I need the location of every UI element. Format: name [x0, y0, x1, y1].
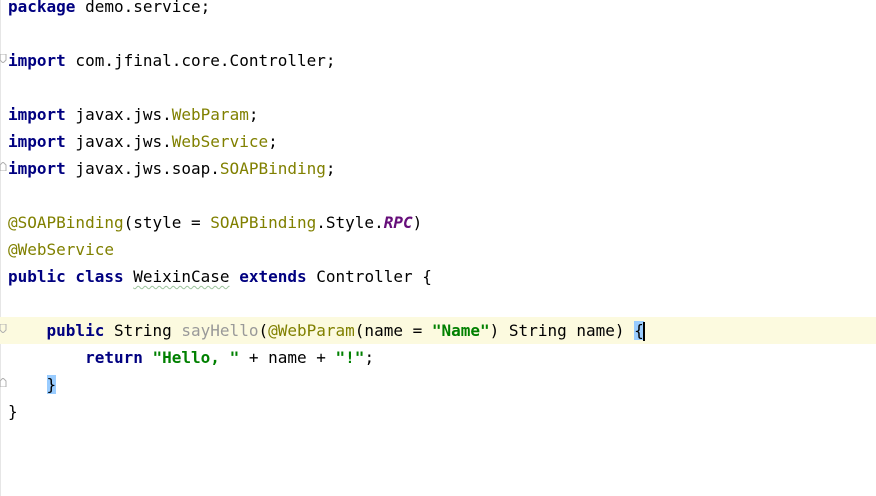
code-line-blank3[interactable]: [8, 182, 876, 209]
fold-marker-icon[interactable]: [0, 54, 7, 63]
code-line-package[interactable]: package demo.service;: [8, 0, 876, 20]
code-token: extends: [239, 267, 307, 286]
code-line-blank4[interactable]: [8, 290, 876, 317]
fold-marker-icon[interactable]: [0, 324, 7, 333]
code-token: String: [104, 321, 182, 340]
code-token: (name =: [354, 321, 432, 340]
code-token: SOAPBinding: [219, 159, 326, 178]
code-token: SOAPBinding: [210, 213, 317, 232]
code-token: import: [8, 51, 66, 70]
code-line-return-statement[interactable]: return "Hello, " + name + "!";: [8, 344, 876, 371]
code-token: demo.service;: [75, 0, 211, 16]
code-line-annotation-webservice[interactable]: @WebService: [8, 236, 876, 263]
code-token: .Style.: [316, 213, 384, 232]
code-token: "Hello, ": [152, 348, 240, 367]
fold-marker-icon[interactable]: [0, 378, 7, 387]
code-line-annotation-soapbinding[interactable]: @SOAPBinding(style = SOAPBinding.Style.R…: [8, 209, 876, 236]
code-token: @WebParam: [268, 321, 355, 340]
code-token: WeixinCase: [133, 267, 230, 286]
code-line-import-webparam[interactable]: import javax.jws.WebParam;: [8, 101, 876, 128]
code-token: import: [8, 132, 66, 151]
code-token: ;: [268, 132, 278, 151]
code-token: + name +: [239, 348, 336, 367]
code-token: return: [85, 348, 143, 367]
code-token: }: [46, 375, 57, 394]
code-token: ;: [325, 159, 336, 178]
code-token: (style =: [123, 213, 211, 232]
code-line-class-close[interactable]: }: [8, 398, 876, 425]
code-line-method-declaration[interactable]: public String sayHello(@WebParam(name = …: [0, 317, 876, 344]
code-line-blank2[interactable]: [8, 74, 876, 101]
code-token: WebParam: [171, 105, 249, 124]
code-token: javax.jws.: [65, 105, 172, 124]
code-token: public: [46, 321, 105, 340]
code-token: package: [8, 0, 76, 16]
code-token: ;: [364, 348, 375, 367]
text-caret: [642, 322, 645, 341]
fold-marker-icon[interactable]: [0, 162, 7, 171]
code-token: import: [8, 105, 66, 124]
code-token: Controller {: [306, 267, 432, 286]
code-token: }: [8, 402, 18, 421]
code-token: com.jfinal.core.Controller;: [65, 51, 336, 70]
code-token: RPC: [383, 213, 413, 232]
code-line-import-controller[interactable]: import com.jfinal.core.Controller;: [8, 47, 876, 74]
code-token: WebService: [171, 132, 269, 151]
code-token: sayHello: [181, 321, 259, 340]
editor-gutter-divider: [0, 0, 1, 496]
code-token: import: [8, 159, 66, 178]
code-line-import-webservice[interactable]: import javax.jws.WebService;: [8, 128, 876, 155]
code-token: ) String name): [489, 321, 635, 340]
code-token: "Name": [431, 321, 490, 340]
code-line-method-close[interactable]: }: [8, 371, 876, 398]
code-line-import-soapbinding[interactable]: import javax.jws.soap.SOAPBinding;: [8, 155, 876, 182]
code-token: "!": [335, 348, 365, 367]
code-line-class-declaration[interactable]: public class WeixinCase extends Controll…: [8, 263, 876, 290]
code-token: javax.jws.: [65, 132, 172, 151]
code-token: javax.jws.soap.: [65, 159, 220, 178]
code-token: (: [258, 321, 269, 340]
code-token: public class: [8, 267, 124, 286]
code-token: ): [412, 213, 423, 232]
code-token: ;: [248, 105, 259, 124]
code-token: @WebService: [8, 240, 114, 259]
code-line-blank1[interactable]: [8, 20, 876, 47]
code-token: @SOAPBinding: [8, 213, 124, 232]
